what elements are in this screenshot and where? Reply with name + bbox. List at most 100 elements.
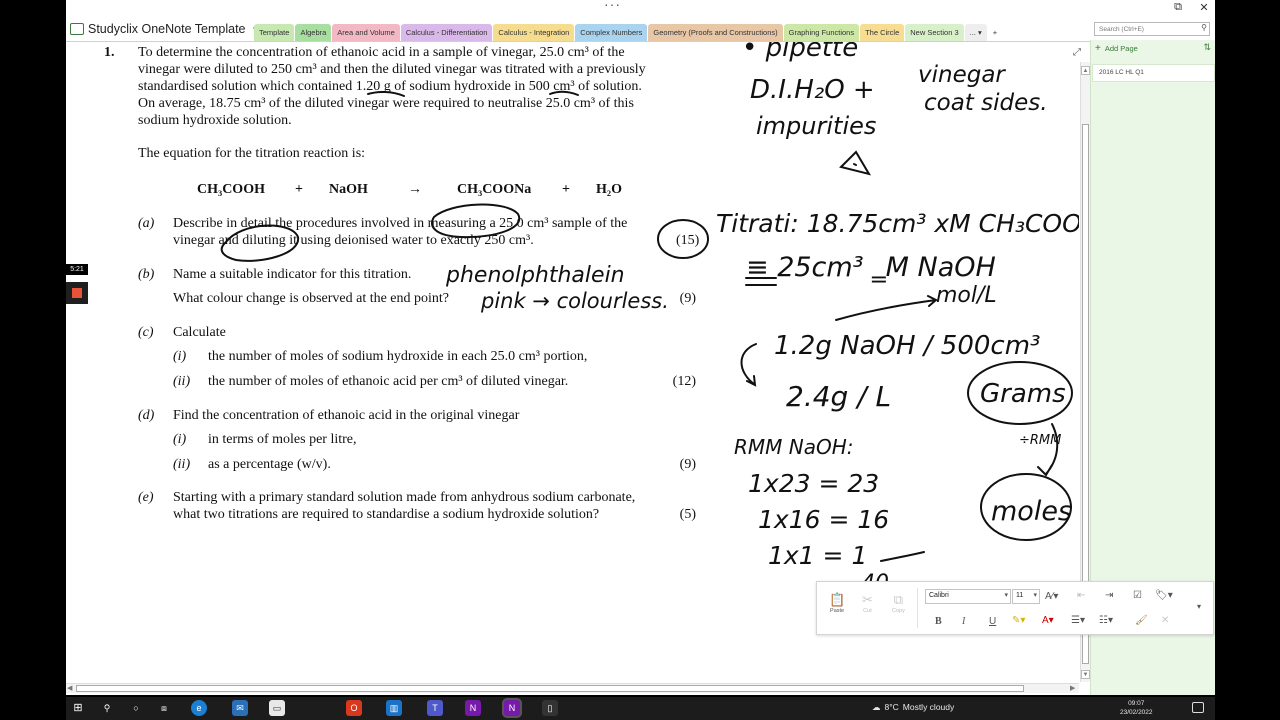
ink-underline-120g	[367, 90, 405, 97]
bold-button[interactable]: B	[935, 616, 942, 627]
onenote-window: ··· ⧉ ✕ Studyclix OneNote Template ▼ Tem…	[66, 0, 1215, 695]
clock-date: 23/02/2022	[1120, 709, 1153, 716]
font-family-value: Calibri	[929, 592, 949, 599]
section-tab[interactable]: Algebra	[295, 24, 332, 41]
notebook-icon	[70, 23, 84, 35]
ink-curved-arrow	[740, 343, 757, 387]
highlight-icon[interactable]: ✎▾	[1012, 615, 1025, 626]
onenote-icon[interactable]: N	[465, 700, 481, 716]
weather-temperature: 8°C	[884, 702, 899, 712]
copy-button[interactable]: ⧉ Copy	[892, 592, 905, 614]
ink-circle-diluting	[220, 224, 300, 262]
ink-impurities: impurities	[756, 112, 876, 140]
section-tab[interactable]: Geometry (Proofs and Constructions)	[648, 24, 783, 41]
underline-button[interactable]: U	[989, 616, 996, 627]
format-painter-icon[interactable]: 🖌	[1135, 615, 1148, 626]
scroll-left-arrow-icon[interactable]: ◀	[67, 684, 72, 692]
scroll-right-arrow-icon[interactable]: ▶	[1070, 684, 1075, 692]
edge-browser-icon[interactable]: e	[191, 700, 207, 716]
stop-recording-button[interactable]	[66, 282, 88, 304]
weather-condition: Mostly cloudy	[902, 702, 955, 712]
decrease-indent-icon[interactable]: ⇤	[1077, 590, 1085, 601]
sort-icon[interactable]: ⇅	[1203, 42, 1211, 53]
trello-icon[interactable]: ▥	[386, 700, 402, 716]
ink-vinegar: vinegar	[918, 62, 1006, 88]
numbering-icon[interactable]: ☷▾	[1099, 615, 1113, 626]
scrollbar-thumb[interactable]	[76, 685, 1024, 692]
task-view-icon[interactable]: ⧈	[156, 700, 172, 716]
cortana-icon[interactable]: ○	[128, 700, 144, 716]
tag-icon[interactable]: 🏷▾	[1155, 590, 1173, 601]
page-list-item[interactable]: 2016 LC HL Q1	[1092, 64, 1215, 82]
search-icon[interactable]: ⚲	[99, 700, 115, 716]
ink-eye-symbol	[839, 150, 872, 176]
font-color-icon[interactable]: A▾	[1042, 615, 1054, 626]
section-tab-bar: Studyclix OneNote Template ▼ TemplateAlg…	[66, 20, 1215, 42]
paste-label: Paste	[830, 608, 845, 614]
ink-conc1: 1.2g NaOH / 500cm³	[774, 331, 1040, 361]
more-options-dots[interactable]: ···	[604, 0, 621, 12]
scroll-up-arrow-icon[interactable]: ▲	[1081, 66, 1090, 75]
ink-underline-500	[549, 90, 579, 96]
title-bar: ··· ⧉ ✕	[66, 0, 1215, 18]
system-clock[interactable]: 09:07 23/02/2022	[1120, 699, 1153, 717]
part-a-marks: (15)	[676, 233, 700, 248]
section-tab[interactable]: +	[987, 24, 1003, 41]
increase-indent-icon[interactable]: ⇥	[1105, 590, 1113, 601]
notebook-selector[interactable]: Studyclix OneNote Template ▼	[70, 22, 259, 36]
file-explorer-icon[interactable]: ▭	[269, 700, 285, 716]
section-tab[interactable]: Calculus - Differentiation	[400, 24, 493, 41]
font-family-select[interactable]: Calibri ▾	[925, 589, 1011, 604]
cut-button[interactable]: ✂ Cut	[862, 592, 873, 614]
section-tab[interactable]: The Circle	[860, 24, 905, 41]
section-tab[interactable]: New Section 3	[905, 24, 964, 41]
section-tab[interactable]: Template	[254, 24, 295, 41]
font-size-value: 11	[1016, 592, 1024, 599]
add-page-button[interactable]: + Add Page	[1095, 43, 1138, 54]
chevron-down-icon: ▾	[1004, 592, 1008, 599]
ink-div-rmm: ÷RMM	[1019, 433, 1061, 448]
onenote-active-icon[interactable]: N	[504, 700, 520, 716]
ink-sum-line	[880, 551, 925, 562]
floating-format-toolbar: 📋 Paste ✂ Cut ⧉ Copy Calibri ▾ 11 ▾ A⁄▾ …	[816, 581, 1214, 635]
stop-icon	[72, 288, 82, 298]
copy-label: Copy	[892, 608, 905, 614]
search-icon: ⚲	[1201, 23, 1207, 32]
chevron-down-icon[interactable]: ▾	[1197, 602, 1201, 611]
scroll-down-arrow-icon[interactable]: ▼	[1081, 670, 1090, 679]
toolbar-divider	[917, 588, 918, 628]
section-tab[interactable]: Complex Numbers	[575, 24, 648, 41]
horizontal-scrollbar[interactable]: ◀ ▶	[66, 683, 1079, 693]
ink-moll: mol/L	[936, 283, 997, 308]
restore-icon[interactable]: ⧉	[1170, 1, 1186, 14]
search-input[interactable]: Search (Ctrl+E) ⚲	[1094, 22, 1210, 36]
italic-button[interactable]: I	[962, 616, 965, 627]
section-tab[interactable]: ... ▾	[964, 24, 987, 41]
section-tab[interactable]: Area and Volume	[332, 24, 400, 41]
office-icon[interactable]: O	[346, 700, 362, 716]
font-size-select[interactable]: 11 ▾	[1012, 589, 1040, 604]
recording-timer: 5:21	[66, 264, 88, 275]
windows-start-icon[interactable]: ⊞	[70, 700, 86, 716]
expand-icon[interactable]: ⤢	[1073, 47, 1081, 58]
todo-tag-icon[interactable]: ☑	[1133, 590, 1142, 601]
weather-widget[interactable]: ☁ 8°C Mostly cloudy	[872, 702, 954, 713]
ink-titration: Titrati: 18.75cm³ xM CH₃COOH	[716, 209, 1079, 238]
paste-button[interactable]: 📋 Paste	[829, 592, 845, 614]
notification-icon[interactable]	[1192, 702, 1204, 713]
mail-icon[interactable]: ✉	[232, 700, 248, 716]
clear-formatting-icon[interactable]: ✕	[1161, 615, 1169, 626]
ink-rmm-row: 1x16 = 16	[758, 505, 889, 534]
phone-link-icon[interactable]: ▯	[542, 700, 558, 716]
section-tab[interactable]: Calculus - Integration	[493, 24, 575, 41]
text-effects-icon[interactable]: A⁄▾	[1045, 591, 1058, 602]
chevron-down-icon: ▾	[1033, 592, 1037, 599]
bullets-icon[interactable]: ☰▾	[1071, 615, 1085, 626]
ink-grams: Grams	[980, 379, 1066, 409]
close-icon[interactable]: ✕	[1196, 1, 1212, 14]
copy-icon: ⧉	[893, 592, 904, 607]
ink-phenolphthalein: phenolphthalein	[445, 263, 625, 288]
teams-icon[interactable]: T	[427, 700, 443, 716]
section-tab[interactable]: Graphing Functions	[783, 24, 860, 41]
ink-equiv: ≡ 25cm³ ‗M NaOH	[746, 252, 996, 283]
